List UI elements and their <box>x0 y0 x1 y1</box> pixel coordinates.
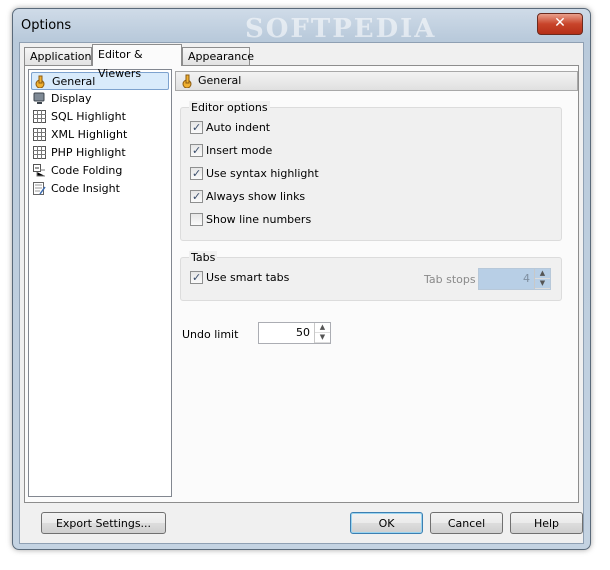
spinner-arrows[interactable]: ▲ ▼ <box>314 323 330 343</box>
tree-item-xml-highlight[interactable]: XML Highlight <box>31 126 169 144</box>
tree-item-label: XML Highlight <box>51 128 128 141</box>
monitor-icon <box>33 92 46 105</box>
checkbox-label: Always show links <box>206 190 306 203</box>
undo-limit-label: Undo limit <box>182 328 239 341</box>
tree-item-sql-highlight[interactable]: SQL Highlight <box>31 108 169 126</box>
hand-icon <box>34 75 47 89</box>
up-arrow-icon[interactable]: ▲ <box>315 323 330 333</box>
softpedia-watermark: SOFTPEDIA <box>245 14 437 44</box>
tree-item-code-folding[interactable]: Code Folding <box>31 162 169 180</box>
dialog-client: Application Editor & Viewers Appearance … <box>19 42 584 544</box>
insight-icon <box>33 182 46 195</box>
checkbox-box[interactable] <box>190 120 203 135</box>
ok-button[interactable]: OK <box>350 512 423 534</box>
editor-options-group: Editor options Auto indent Insert mode U… <box>180 101 562 241</box>
tree-item-code-insight[interactable]: Code Insight <box>31 180 169 198</box>
up-arrow-icon: ▲ <box>535 269 550 279</box>
checkbox-label: Insert mode <box>206 144 273 157</box>
down-arrow-icon: ▼ <box>535 279 550 289</box>
grid-icon <box>33 146 46 159</box>
checkbox-box[interactable] <box>190 166 203 181</box>
category-tree[interactable]: General Display SQL Highlight XML Highli… <box>28 69 172 497</box>
checkbox-label: Use smart tabs <box>206 271 290 284</box>
checkbox-box[interactable] <box>190 213 203 226</box>
tree-item-display[interactable]: Display <box>31 90 169 108</box>
grid-icon <box>33 110 46 123</box>
checkbox-label: Show line numbers <box>206 213 312 226</box>
tab-appearance[interactable]: Appearance <box>182 47 254 65</box>
checkbox-label: Auto indent <box>206 121 271 134</box>
tab-stops-label: Tab stops <box>424 273 476 286</box>
tab-editor-viewers[interactable]: Editor & Viewers <box>92 44 182 80</box>
checkbox-box[interactable] <box>190 189 203 204</box>
grid-icon <box>33 128 46 141</box>
tab-application[interactable]: Application <box>24 47 92 65</box>
checkbox-label: Use syntax highlight <box>206 167 319 180</box>
tree-item-label: Code Insight <box>51 182 120 195</box>
tree-item-label: Display <box>51 92 92 105</box>
help-button[interactable]: Help <box>510 512 583 534</box>
tab-stops-spinner: 4 ▲ ▼ <box>478 268 551 290</box>
tree-item-php-highlight[interactable]: PHP Highlight <box>31 144 169 162</box>
section-header-label: General <box>198 74 242 87</box>
checkbox-box[interactable] <box>190 270 203 285</box>
close-button[interactable]: ✕ <box>537 13 583 35</box>
section-header: General <box>175 71 578 91</box>
undo-limit-value[interactable]: 50 <box>296 326 310 339</box>
options-window: Options SOFTPEDIA ✕ Application Editor &… <box>12 8 591 550</box>
cancel-button[interactable]: Cancel <box>430 512 503 534</box>
tree-item-label: SQL Highlight <box>51 110 126 123</box>
hand-icon <box>180 74 194 89</box>
undo-limit-spinner[interactable]: 50 ▲ ▼ <box>258 322 331 344</box>
tabs-group-label: Tabs <box>189 251 218 264</box>
tree-item-label: General <box>52 75 96 88</box>
window-title: Options <box>21 18 72 33</box>
tab-stops-value: 4 <box>523 272 530 285</box>
export-settings-button[interactable]: Export Settings... <box>41 512 166 534</box>
tab-panel: General Display SQL Highlight XML Highli… <box>24 65 579 503</box>
down-arrow-icon[interactable]: ▼ <box>315 333 330 343</box>
tabs-group: Tabs Use smart tabs Tab stops 4 ▲ ▼ <box>180 251 562 301</box>
tree-item-label: PHP Highlight <box>51 146 126 159</box>
spinner-arrows: ▲ ▼ <box>534 269 550 289</box>
folding-icon <box>33 164 46 177</box>
tree-item-label: Code Folding <box>51 164 123 177</box>
checkbox-box[interactable] <box>190 143 203 158</box>
editor-options-label: Editor options <box>189 101 270 114</box>
